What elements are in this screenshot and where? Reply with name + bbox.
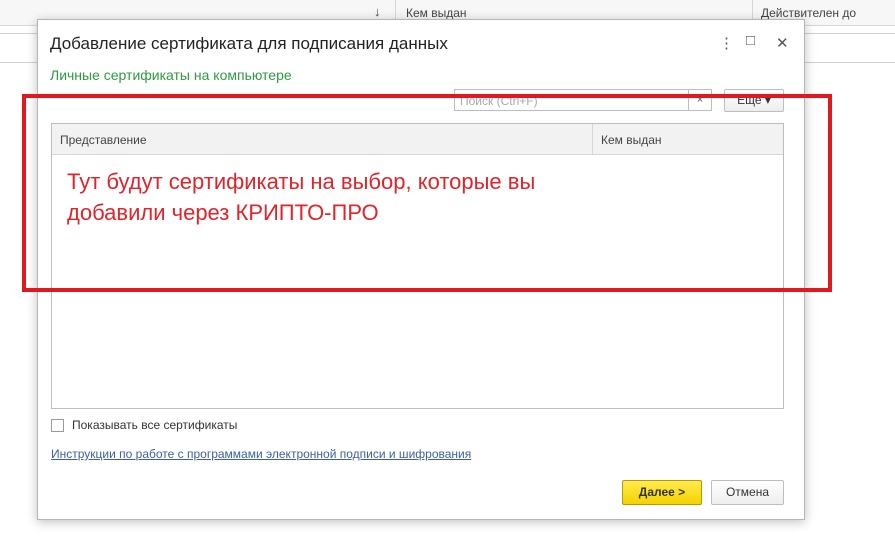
show-all-certificates-label[interactable]: Показывать все сертификаты [72,418,237,432]
show-all-certificates-checkbox[interactable] [51,419,64,432]
next-button[interactable]: Далее > [622,480,702,505]
table-header: Представление Кем выдан [52,124,783,155]
instructions-link[interactable]: Инструкции по работе с программами элект… [51,447,471,461]
personal-certificates-label: Личные сертификаты на компьютере [50,67,292,83]
more-button[interactable]: Еще ▾ [724,89,784,112]
background-column-valid-until[interactable]: Действителен до [761,6,856,20]
background-column-issuer[interactable]: Кем выдан [406,6,467,20]
search-input[interactable] [458,91,694,111]
column-divider [592,124,593,154]
column-issuer[interactable]: Кем выдан [601,133,662,147]
maximize-icon[interactable]: □ [746,32,755,49]
dialog-title: Добавление сертификата для подписания да… [50,34,448,53]
cancel-button[interactable]: Отмена [711,480,784,505]
close-icon[interactable]: ✕ [776,34,789,52]
add-certificate-dialog: Добавление сертификата для подписания да… [37,19,805,520]
more-actions-icon[interactable]: ⋮ [719,34,734,52]
certificates-table[interactable]: Представление Кем выдан Тут будут сертиф… [51,123,784,409]
annotation-text: Тут будут сертификаты на выбор, которые … [67,169,536,225]
search-box[interactable]: × [454,89,712,111]
column-presentation[interactable]: Представление [60,133,147,147]
clear-search-icon[interactable]: × [688,90,711,110]
sort-arrow-icon[interactable]: ↓ [374,4,381,19]
